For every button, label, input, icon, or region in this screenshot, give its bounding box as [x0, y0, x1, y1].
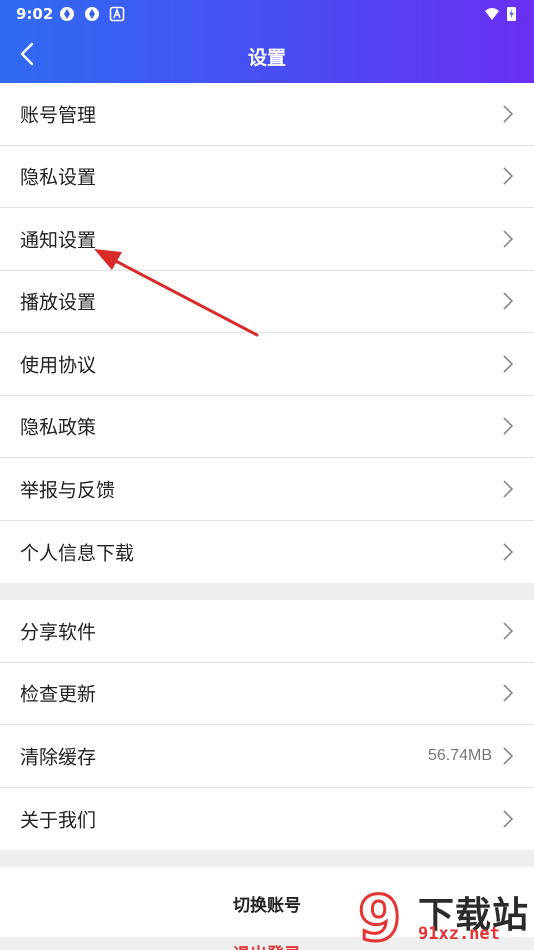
chevron-right-icon	[503, 417, 514, 435]
settings-row[interactable]: 检查更新	[0, 663, 534, 725]
battery-charging-icon	[507, 7, 516, 21]
app-notification-icon	[60, 7, 74, 21]
chevron-right-icon	[503, 355, 514, 373]
page-title: 设置	[247, 47, 286, 69]
wifi-icon	[485, 8, 499, 20]
settings-row[interactable]: 清除缓存 56.74MB	[0, 725, 534, 788]
settings-row[interactable]: 关于我们	[0, 788, 534, 851]
chevron-right-icon	[503, 230, 514, 248]
status-bar: 9:02	[0, 0, 534, 28]
settings-row-label: 通知设置	[20, 229, 97, 252]
settings-row-label: 隐私设置	[20, 166, 97, 189]
watermark-9-icon: 9	[357, 884, 403, 948]
settings-row-label: 分享软件	[20, 621, 97, 644]
watermark-logo-glyph: 9	[358, 884, 401, 948]
chevron-right-icon	[503, 747, 514, 765]
settings-row-label: 清除缓存	[20, 746, 97, 769]
settings-row[interactable]: 分享软件	[0, 600, 534, 663]
settings-row-label: 播放设置	[20, 291, 97, 314]
settings-row[interactable]: 隐私政策	[0, 396, 534, 458]
chevron-right-icon	[503, 684, 514, 702]
watermark-logo: 9 下载站 91xz.net	[356, 884, 532, 948]
chevron-right-icon	[503, 480, 514, 498]
settings-row[interactable]: 隐私设置	[0, 146, 534, 208]
settings-group-misc: 分享软件检查更新清除缓存 56.74MB 关于我们	[0, 600, 534, 850]
chevron-right-icon	[503, 167, 514, 185]
settings-row-label: 个人信息下载	[20, 542, 135, 565]
settings-row[interactable]: 通知设置	[0, 208, 534, 271]
settings-row-label: 检查更新	[20, 683, 97, 706]
settings-row-label: 关于我们	[20, 809, 97, 832]
settings-row[interactable]: 播放设置	[0, 271, 534, 333]
settings-row[interactable]: 账号管理	[0, 83, 534, 146]
settings-row-label: 隐私政策	[20, 416, 97, 439]
settings-row[interactable]: 举报与反馈	[0, 458, 534, 521]
status-time: 9:02	[16, 5, 54, 23]
chevron-right-icon	[503, 810, 514, 828]
chevron-right-icon	[503, 292, 514, 310]
settings-group-main: 账号管理隐私设置通知设置播放设置使用协议隐私政策举报与反馈个人信息下载	[0, 83, 534, 583]
cache-size-value: 56.74MB	[427, 746, 492, 764]
settings-row-label: 使用协议	[20, 354, 97, 377]
settings-row-label: 举报与反馈	[20, 479, 116, 502]
chevron-right-icon	[503, 105, 514, 123]
chevron-right-icon	[503, 543, 514, 561]
settings-row[interactable]: 使用协议	[0, 333, 534, 396]
app-header: 9:02 设置	[0, 0, 534, 83]
settings-row[interactable]: 个人信息下载	[0, 521, 534, 584]
accessibility-notification-icon	[109, 6, 125, 22]
settings-row-label: 账号管理	[20, 104, 97, 127]
chevron-right-icon	[503, 622, 514, 640]
app-notification-icon	[85, 7, 99, 21]
watermark-url: 91xz.net	[418, 924, 500, 944]
